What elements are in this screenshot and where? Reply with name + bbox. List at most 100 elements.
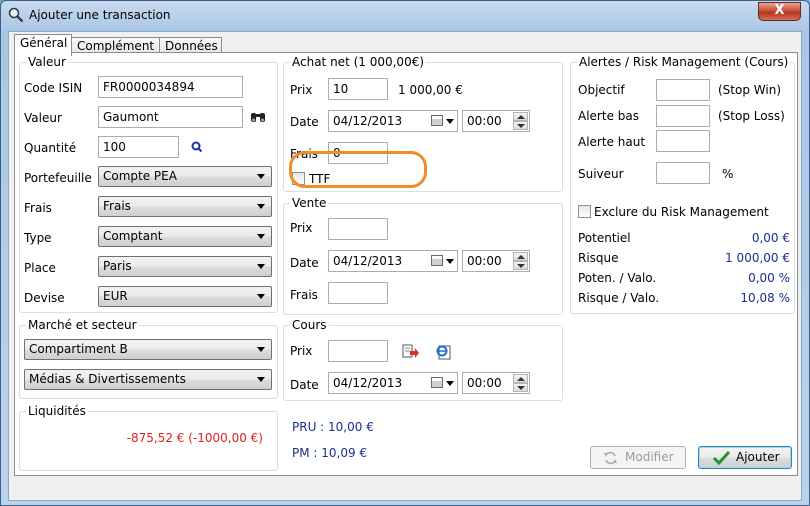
frais-select[interactable]: Frais xyxy=(98,196,272,217)
refresh-icon xyxy=(604,451,617,465)
stop-loss-hint: (Stop Loss) xyxy=(718,109,785,123)
valeur-group-title: Valeur xyxy=(26,55,68,69)
secteur-select-value: Médias & Divertissements xyxy=(29,372,186,386)
alertes-group-title: Alertes / Risk Management (Cours) xyxy=(577,55,791,69)
binoculars-icon[interactable] xyxy=(250,110,266,124)
liquidites-value: -875,52 € (-1000,00 €) xyxy=(126,431,263,445)
vente-frais-field[interactable] xyxy=(328,282,388,304)
cours-time-value: 00:00 xyxy=(467,376,502,390)
objectif-label: Objectif xyxy=(578,83,625,97)
cours-prix-label: Prix xyxy=(290,344,313,358)
compartiment-select[interactable]: Compartiment B xyxy=(24,339,272,360)
portefeuille-label: Portefeuille xyxy=(24,171,92,185)
modifier-button-label: Modifier xyxy=(625,450,674,464)
liquidites-group-title: Liquidités xyxy=(26,404,88,418)
tab-page-general: Valeur Code ISIN FR0000034894 Valeur Gau… xyxy=(14,52,798,476)
portefeuille-select-value: Compte PEA xyxy=(103,169,177,183)
exclure-checkbox[interactable] xyxy=(578,205,591,218)
ajouter-button[interactable]: Ajouter xyxy=(698,446,792,469)
highlight-annotation xyxy=(289,151,427,188)
chevron-down-icon xyxy=(257,174,265,179)
achat-total-value: 1 000,00 € xyxy=(398,83,463,97)
quantite-label: Quantité xyxy=(24,141,77,155)
spin-up-icon[interactable] xyxy=(513,374,528,383)
tab-general[interactable]: Général xyxy=(14,34,72,56)
spin-up-icon[interactable] xyxy=(513,112,528,121)
dialog-client-area: Général Complément Données Valeur Code I… xyxy=(8,31,802,501)
calendar-icon xyxy=(431,255,443,266)
vente-group: Vente Prix Date 04/12/2013 00:00 Frais xyxy=(283,196,563,315)
chevron-down-icon xyxy=(257,234,265,239)
cours-time-spinner[interactable]: 00:00 xyxy=(462,372,530,394)
alerte-bas-field[interactable] xyxy=(656,105,710,127)
code-isin-label: Code ISIN xyxy=(24,81,83,95)
suiveur-unit: % xyxy=(722,167,734,181)
alerte-haut-label: Alerte haut xyxy=(578,135,646,149)
achat-time-spinner[interactable]: 00:00 xyxy=(462,110,530,132)
close-button[interactable]: X xyxy=(758,2,801,21)
chevron-down-icon xyxy=(446,381,454,386)
modifier-button[interactable]: Modifier xyxy=(590,446,686,469)
checkmark-icon xyxy=(713,450,730,465)
stop-win-hint: (Stop Win) xyxy=(718,83,781,97)
window-title: Ajouter une transaction xyxy=(29,8,171,22)
vente-time-spinner[interactable]: 00:00 xyxy=(462,250,530,272)
achat-date-value: 04/12/2013 xyxy=(333,114,403,128)
place-select[interactable]: Paris xyxy=(98,256,272,277)
risque-label: Risque xyxy=(578,251,619,265)
objectif-field[interactable] xyxy=(656,79,710,101)
cours-prix-field[interactable] xyxy=(328,340,388,362)
suiveur-label: Suiveur xyxy=(578,167,624,181)
achat-time-value: 00:00 xyxy=(467,114,502,128)
pm-value: PM : 10,09 € xyxy=(292,446,368,460)
cours-date-picker[interactable]: 04/12/2013 xyxy=(328,372,458,394)
valeur-field[interactable]: Gaumont xyxy=(98,106,243,128)
place-select-value: Paris xyxy=(103,259,132,273)
portefeuille-select[interactable]: Compte PEA xyxy=(98,166,272,187)
risque-value: 1 000,00 € xyxy=(725,251,790,265)
poten-valo-value: 0,00 % xyxy=(748,271,790,285)
achat-date-label: Date xyxy=(290,115,319,129)
spin-down-icon[interactable] xyxy=(513,383,528,392)
vente-frais-label: Frais xyxy=(290,288,318,302)
type-label: Type xyxy=(24,231,52,245)
alerte-haut-field[interactable] xyxy=(656,130,710,152)
potentiel-value: 0,00 € xyxy=(751,231,790,245)
type-select[interactable]: Comptant xyxy=(98,226,272,247)
quantity-search-icon[interactable] xyxy=(191,141,203,153)
vente-date-label: Date xyxy=(290,256,319,270)
marche-group: Marché et secteur Compartiment B Médias … xyxy=(19,318,278,399)
achat-prix-field[interactable]: 10 xyxy=(328,78,388,100)
risque-valo-value: 10,08 % xyxy=(740,291,790,305)
spin-down-icon[interactable] xyxy=(513,121,528,130)
magnifier-icon xyxy=(8,7,24,23)
frais-select-value: Frais xyxy=(103,199,131,213)
spin-down-icon[interactable] xyxy=(513,261,528,270)
vente-time-value: 00:00 xyxy=(467,254,502,268)
chevron-down-icon xyxy=(257,377,265,382)
import-price-icon[interactable] xyxy=(402,344,419,360)
liquidites-group: Liquidités -875,52 € (-1000,00 €) xyxy=(19,404,278,471)
vente-prix-label: Prix xyxy=(290,221,313,235)
achat-date-picker[interactable]: 04/12/2013 xyxy=(328,110,458,132)
potentiel-label: Potentiel xyxy=(578,231,631,245)
devise-select-value: EUR xyxy=(103,289,128,303)
title-bar[interactable]: Ajouter une transaction X xyxy=(1,1,809,29)
devise-select[interactable]: EUR xyxy=(98,286,272,307)
vente-date-picker[interactable]: 04/12/2013 xyxy=(328,250,458,272)
cours-group-title: Cours xyxy=(290,318,329,332)
spin-up-icon[interactable] xyxy=(513,252,528,261)
achat-group-title: Achat net (1 000,00€) xyxy=(290,55,427,69)
suiveur-field[interactable] xyxy=(656,162,710,184)
alerte-bas-label: Alerte bas xyxy=(578,109,639,123)
poten-valo-label: Poten. / Valo. xyxy=(578,271,657,285)
cours-date-label: Date xyxy=(290,378,319,392)
secteur-select[interactable]: Médias & Divertissements xyxy=(24,369,272,390)
marche-group-title: Marché et secteur xyxy=(26,318,139,332)
vente-prix-field[interactable] xyxy=(328,218,388,240)
devise-label: Devise xyxy=(24,291,65,305)
exclure-label: Exclure du Risk Management xyxy=(594,205,769,219)
web-quote-icon[interactable] xyxy=(436,344,452,360)
code-isin-field[interactable]: FR0000034894 xyxy=(98,76,243,98)
quantite-field[interactable]: 100 xyxy=(98,136,179,158)
